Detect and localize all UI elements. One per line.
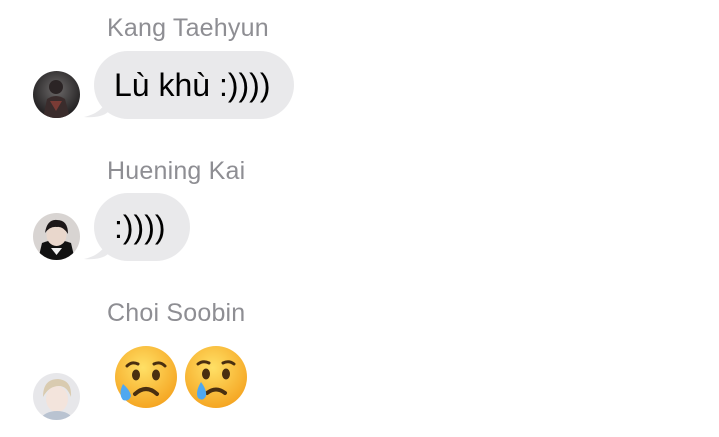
avatar[interactable] <box>33 71 80 118</box>
emoji-message[interactable] <box>113 344 249 410</box>
avatar[interactable] <box>33 373 80 420</box>
message-bubble[interactable]: Lù khù :)))) <box>94 51 295 119</box>
crying-face-emoji-icon <box>185 346 247 408</box>
sender-name: Kang Taehyun <box>107 14 269 42</box>
message-bubble[interactable]: :)))) <box>94 193 190 261</box>
sender-name: Huening Kai <box>107 157 246 185</box>
sender-name: Choi Soobin <box>107 299 246 327</box>
sad-but-relieved-face-emoji-icon <box>115 346 177 408</box>
avatar[interactable] <box>33 213 80 260</box>
